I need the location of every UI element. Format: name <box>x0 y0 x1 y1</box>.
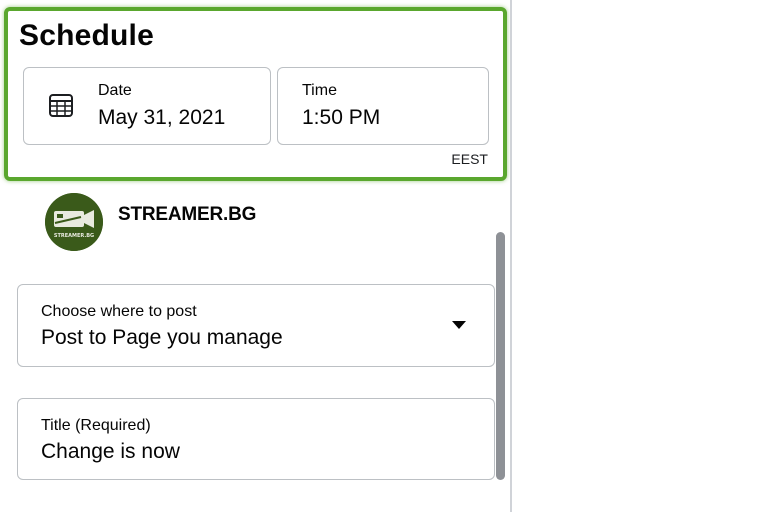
timezone-label: EEST <box>451 151 488 167</box>
avatar-logo-text: STREAMER.BG <box>54 233 94 239</box>
title-input[interactable] <box>41 440 461 464</box>
scrollbar-track[interactable] <box>496 232 506 482</box>
title-label: Title (Required) <box>41 417 151 434</box>
date-picker[interactable]: Date May 31, 2021 <box>23 67 271 145</box>
time-picker[interactable]: Time 1:50 PM <box>277 67 489 145</box>
date-value: May 31, 2021 <box>98 106 226 129</box>
calendar-icon <box>49 94 73 117</box>
schedule-panel: Schedule Date May 31, 2021 Time 1:50 PM … <box>0 0 512 512</box>
date-label: Date <box>98 82 132 99</box>
time-label: Time <box>302 82 337 99</box>
page-avatar: STREAMER.BG <box>45 193 103 251</box>
chevron-down-icon <box>452 321 466 329</box>
post-destination-select[interactable]: Choose where to post Post to Page you ma… <box>17 284 495 367</box>
scrollbar-thumb[interactable] <box>496 232 505 480</box>
post-destination-value: Post to Page you manage <box>41 326 283 349</box>
schedule-heading: Schedule <box>19 19 154 52</box>
camera-logo-icon: STREAMER.BG <box>45 193 103 251</box>
page-name: STREAMER.BG <box>118 204 257 225</box>
title-field[interactable]: Title (Required) <box>17 398 495 480</box>
time-value: 1:50 PM <box>302 106 381 129</box>
post-destination-label: Choose where to post <box>41 303 197 320</box>
